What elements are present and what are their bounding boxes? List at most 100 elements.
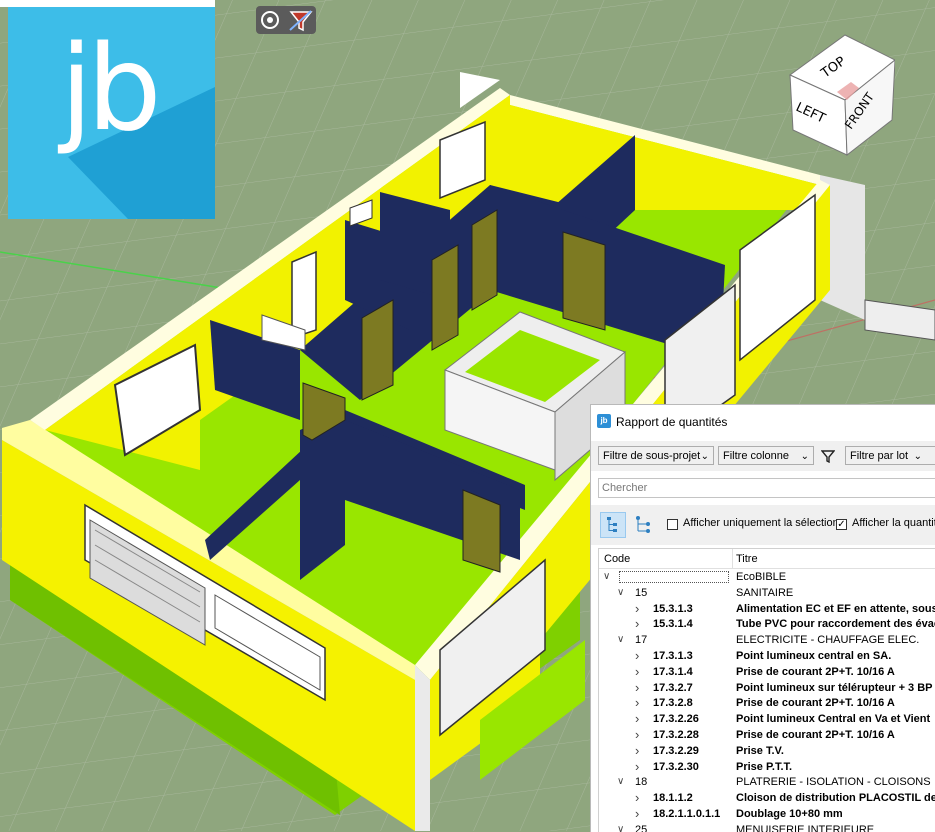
chevron-down-icon[interactable]: ∨	[617, 585, 624, 601]
quantity-report-panel: jb Rapport de quantités Filtre de sous-p…	[590, 404, 935, 832]
column-header-code[interactable]: Code	[604, 553, 630, 565]
row-title: Prise T.V.	[736, 744, 784, 757]
tree-view-button[interactable]	[600, 512, 626, 538]
show-quantities-checkbox[interactable]: ✓	[836, 519, 847, 530]
panel-title: Rapport de quantités	[616, 415, 728, 429]
chevron-right-icon[interactable]: ›	[635, 806, 639, 822]
chevron-right-icon[interactable]: ›	[635, 664, 639, 680]
row-code: 18	[635, 776, 648, 789]
row-code: 17.3.2.26	[653, 713, 699, 726]
chevron-right-icon[interactable]: ›	[635, 790, 639, 806]
search-placeholder: Chercher	[602, 482, 648, 494]
tree-row[interactable]: ∨ 25 MENUISERIE INTERIEURE	[599, 822, 935, 832]
tree-row[interactable]: ∨ EcoBIBLE	[599, 569, 935, 585]
row-code: 18.1.1.2	[653, 792, 693, 805]
row-title: Prise de courant 2P+T. 10/16 A	[736, 697, 895, 710]
row-code: 18.2.1.1.0.1.1	[653, 808, 721, 820]
row-title: MENUISERIE INTERIEURE	[736, 823, 875, 832]
row-code: 15	[635, 586, 648, 599]
panel-title-bar[interactable]: jb Rapport de quantités	[591, 405, 935, 437]
row-title: Prise de courant 2P+T. 10/16 A	[736, 729, 895, 741]
column-divider[interactable]	[732, 549, 733, 568]
row-title: PLATRERIE - ISOLATION - CLOISONS	[736, 776, 931, 789]
chevron-right-icon[interactable]: ›	[635, 601, 639, 617]
row-title: EcoBIBLE	[736, 571, 787, 583]
tree-row[interactable]: › 17.3.1.4 Prise de courant 2P+T. 10/16 A	[599, 664, 935, 680]
grid-header: Code ˆ Titre	[599, 549, 935, 569]
column-header-title[interactable]: Titre	[736, 553, 758, 565]
row-code: 17	[635, 634, 648, 647]
tree-row[interactable]: › 17.3.2.29 Prise T.V.	[599, 743, 935, 759]
tree-row[interactable]: › 17.3.2.26 Point lumineux Central en Va e…	[599, 711, 935, 727]
tree-row[interactable]: › 18.2.1.1.0.1.1 Doublage 10+80 mm	[599, 806, 935, 822]
row-title: SANITAIRE	[736, 586, 794, 599]
subproject-filter-select[interactable]: Filtre de sous-projet ⌄	[598, 446, 714, 465]
lot-filter-label: Filtre par lot	[850, 450, 909, 462]
only-selection-label[interactable]: Afficher uniquement la sélection	[683, 517, 839, 529]
tree-row[interactable]: › 17.3.2.8 Prise de courant 2P+T. 10/16 A	[599, 695, 935, 711]
filter-bar: Filtre de sous-projet ⌄ Filtre colonne ⌄ F…	[591, 441, 935, 471]
row-title: Point lumineux Central en Va et Vient	[736, 713, 931, 726]
tree-row[interactable]: › 15.3.1.3 Alimentation EC et EF en attent…	[599, 601, 935, 617]
row-focus-box	[619, 571, 729, 583]
checkmark-icon: ✓	[837, 519, 846, 530]
row-title: Prise P.T.T.	[736, 760, 793, 773]
chevron-down-icon: ⌄	[700, 451, 709, 462]
jb-app-icon: jb	[597, 414, 611, 428]
row-code: 17.3.2.29	[653, 744, 699, 757]
row-code: 17.3.2.28	[653, 729, 699, 741]
row-code: 17.3.2.30	[653, 760, 699, 773]
chevron-down-icon: ⌄	[913, 451, 922, 462]
chevron-right-icon[interactable]: ›	[635, 759, 639, 775]
tree-row[interactable]: ∨ 18 PLATRERIE - ISOLATION - CLOISONS	[599, 774, 935, 790]
row-code: 15.3.1.3	[653, 602, 693, 615]
row-code: 15.3.1.4	[653, 618, 693, 631]
eye-rotate-icon[interactable]	[256, 6, 316, 34]
lot-filter-select[interactable]: Filtre par lot ⌄	[845, 446, 935, 465]
row-title: Doublage 10+80 mm	[736, 808, 843, 820]
chevron-down-icon[interactable]: ∨	[617, 774, 624, 790]
chevron-right-icon[interactable]: ›	[635, 711, 639, 727]
toolbar-strip	[0, 0, 215, 7]
tree-row[interactable]: ∨ 15 SANITAIRE	[599, 585, 935, 601]
hierarchy-view-button[interactable]	[631, 512, 657, 538]
tree-row[interactable]: › 17.3.1.3 Point lumineux central en SA.	[599, 648, 935, 664]
row-code: 17.3.1.3	[653, 650, 693, 662]
tree-row[interactable]: › 18.1.1.2 Cloison de distribution PLACOST…	[599, 790, 935, 806]
funnel-icon[interactable]	[821, 449, 835, 463]
sort-up-icon: ˆ	[663, 548, 666, 555]
tree-row[interactable]: › 17.3.2.28 Prise de courant 2P+T. 10/16 A	[599, 727, 935, 743]
row-code: 25	[635, 823, 648, 832]
quantity-tree-grid[interactable]: Code ˆ Titre ∨ EcoBIBLE ∨ 15 SANITAIRE › 15.3.…	[598, 548, 935, 832]
chevron-right-icon[interactable]: ›	[635, 648, 639, 664]
app-logo: jb	[8, 7, 215, 219]
chevron-right-icon[interactable]: ›	[635, 680, 639, 696]
tree-row[interactable]: › 15.3.1.4 Tube PVC pour raccordement des …	[599, 616, 935, 632]
chevron-right-icon[interactable]: ›	[635, 616, 639, 632]
view-tools[interactable]	[256, 6, 316, 34]
subproject-filter-label: Filtre de sous-projet	[603, 450, 701, 462]
tree-list-icon	[607, 517, 617, 532]
chevron-down-icon[interactable]: ∨	[603, 569, 610, 585]
chevron-right-icon[interactable]: ›	[635, 695, 639, 711]
column-filter-select[interactable]: Filtre colonne ⌄	[718, 446, 814, 465]
row-title: Point lumineux central en SA.	[736, 650, 892, 662]
hierarchy-icon	[636, 516, 650, 533]
row-title: Tube PVC pour raccordement des évacuatio…	[736, 618, 935, 631]
chevron-right-icon[interactable]: ›	[635, 727, 639, 743]
chevron-down-icon[interactable]: ∨	[617, 822, 624, 832]
row-code: 17.3.1.4	[653, 665, 693, 678]
tree-row[interactable]: ∨ 17 ELECTRICITE - CHAUFFAGE ELEC.	[599, 632, 935, 648]
row-title: Alimentation EC et EF en attente, sous l…	[736, 602, 935, 615]
row-code: 17.3.2.8	[653, 697, 693, 710]
options-bar: Afficher uniquement la sélection ✓ Affic…	[591, 505, 935, 545]
tree-row[interactable]: › 17.3.2.7 Point lumineux sur télérupteur …	[599, 680, 935, 696]
tree-row[interactable]: › 17.3.2.30 Prise P.T.T.	[599, 759, 935, 775]
chevron-right-icon[interactable]: ›	[635, 743, 639, 759]
show-quantities-label[interactable]: Afficher la quantité	[852, 517, 935, 529]
search-input[interactable]: Chercher	[598, 478, 935, 498]
view-cube[interactable]: TOP LEFT FRONT	[785, 30, 896, 160]
chevron-down-icon: ⌄	[800, 451, 809, 462]
only-selection-checkbox[interactable]	[667, 519, 678, 530]
chevron-down-icon[interactable]: ∨	[617, 632, 624, 648]
